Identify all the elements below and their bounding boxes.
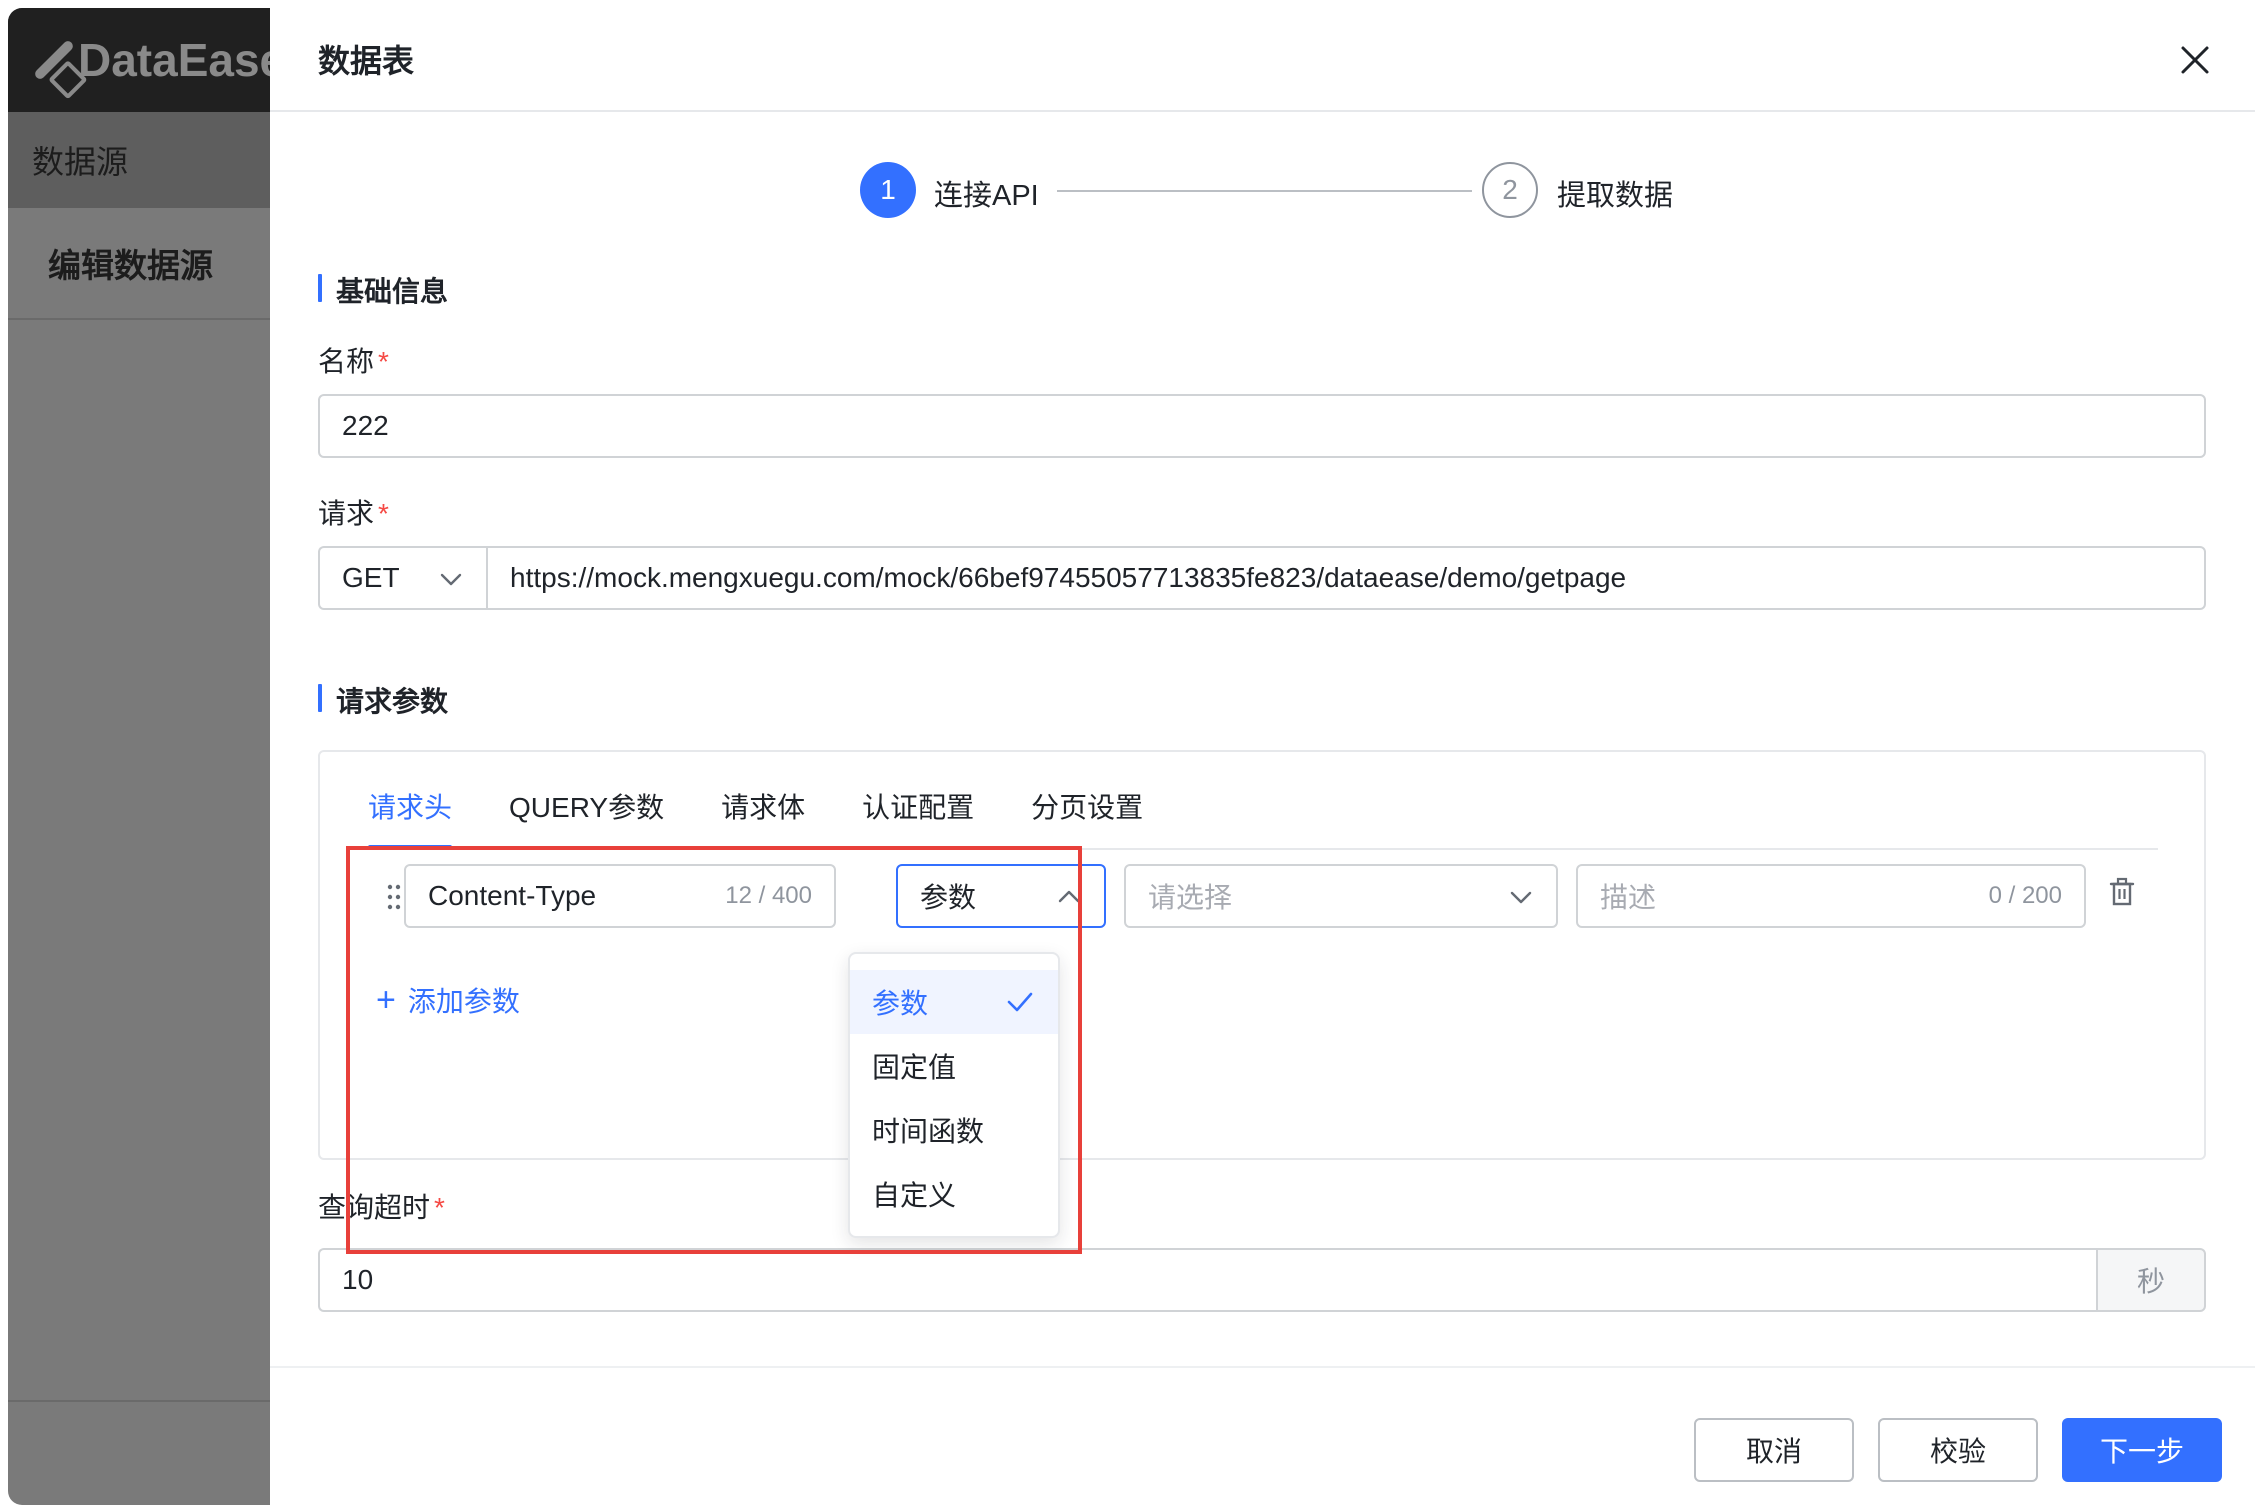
header-key-counter: 12 / 400: [725, 882, 812, 909]
app-sidebar: DataEase 数据源 编辑数据源: [8, 8, 270, 1505]
close-button[interactable]: [2173, 38, 2217, 82]
header-key-value: Content-Type: [428, 880, 597, 911]
step-1-label: 连接API: [934, 180, 1039, 212]
name-label: 名称 *: [318, 340, 389, 380]
cancel-button[interactable]: 取消: [1694, 1418, 1854, 1482]
trash-icon[interactable]: [2106, 876, 2138, 908]
method-value: GET: [342, 562, 400, 593]
close-icon: [2181, 46, 2209, 74]
tab-pagination[interactable]: 分页设置: [1031, 786, 1143, 850]
chevron-down-icon: [440, 573, 462, 586]
required-mark: *: [378, 498, 389, 529]
tabs-divider: [368, 848, 2158, 850]
plus-icon: +: [376, 981, 396, 1019]
dropdown-option-time-function[interactable]: 时间函数: [850, 1098, 1058, 1162]
timeout-unit: 秒: [2096, 1248, 2206, 1312]
param-description-input[interactable]: 描述 0 / 200: [1576, 864, 2086, 928]
param-type-dropdown: 参数 固定值 时间函数 自定义: [848, 952, 1060, 1238]
name-label-text: 名称: [318, 346, 375, 377]
name-input[interactable]: 222: [318, 394, 2206, 458]
drawer-title: 数据表: [318, 43, 415, 79]
step-2-number: 2: [1482, 162, 1538, 218]
chevron-down-icon: [1510, 891, 1532, 904]
option-label: 自定义: [872, 1180, 957, 1211]
step-connector: [1057, 190, 1472, 192]
dropdown-option-custom[interactable]: 自定义: [850, 1162, 1058, 1226]
section-request-params: 请求参数: [318, 680, 448, 720]
dropdown-option-param[interactable]: 参数: [850, 970, 1058, 1034]
drag-handle-icon[interactable]: [386, 882, 402, 912]
add-param-label: 添加参数: [407, 986, 520, 1017]
validate-button[interactable]: 校验: [1878, 1418, 2038, 1482]
app-logo-text: DataEase: [78, 34, 270, 86]
step-2-label: 提取数据: [1557, 180, 1674, 212]
timeout-label: 查询超时 *: [318, 1186, 445, 1226]
tab-request-header[interactable]: 请求头: [368, 786, 453, 850]
desc-counter: 0 / 200: [1988, 882, 2062, 909]
request-label-text: 请求: [318, 498, 375, 529]
header-key-input[interactable]: Content-Type 12 / 400: [404, 864, 836, 928]
request-label: 请求 *: [318, 492, 389, 532]
option-label: 固定值: [872, 1052, 957, 1083]
datatable-drawer: 数据表 1 连接API 2 提取数据 基础信息 名称 * 222 请求 * GE…: [270, 8, 2255, 1505]
next-step-button[interactable]: 下一步: [2062, 1418, 2222, 1482]
dataease-logo-icon: [33, 39, 75, 81]
breadcrumb[interactable]: 数据源: [8, 112, 270, 208]
add-param-button[interactable]: + 添加参数: [376, 980, 520, 1020]
page: DataEase 数据源 编辑数据源 数据表 1 连接API 2 提取数据 基础…: [0, 0, 2262, 1510]
footer-divider: [270, 1366, 2255, 1368]
tab-request-body[interactable]: 请求体: [721, 786, 805, 850]
tab-auth-config[interactable]: 认证配置: [862, 786, 974, 850]
param-type-value: 参数: [920, 882, 977, 913]
params-panel: 请求头 QUERY参数 请求体 认证配置 分页设置 Content-Type 1…: [318, 750, 2206, 1160]
url-input[interactable]: https://mock.mengxuegu.com/mock/66bef974…: [486, 546, 2206, 610]
steps: 1 连接API 2 提取数据: [860, 162, 1820, 224]
check-icon: [1007, 992, 1033, 1012]
timeout-input[interactable]: 10: [318, 1248, 2098, 1312]
params-tabs: 请求头 QUERY参数 请求体 认证配置 分页设置: [368, 786, 1200, 850]
chevron-up-icon: [1058, 890, 1080, 903]
option-label: 时间函数: [872, 1116, 985, 1147]
method-select[interactable]: GET: [318, 546, 488, 610]
timeout-label-text: 查询超时: [318, 1192, 431, 1223]
divider: [8, 1400, 270, 1402]
drawer-header: 数据表: [270, 8, 2255, 112]
tab-query-params[interactable]: QUERY参数: [509, 786, 664, 850]
param-type-select[interactable]: 参数: [896, 864, 1106, 928]
param-value-select[interactable]: 请选择: [1124, 864, 1558, 928]
required-mark: *: [378, 346, 389, 377]
required-mark: *: [434, 1192, 445, 1223]
desc-placeholder: 描述: [1600, 882, 1657, 913]
section-basic-info: 基础信息: [318, 270, 448, 310]
app-header: DataEase: [8, 8, 270, 112]
step-1-number: 1: [860, 162, 916, 218]
option-label: 参数: [872, 988, 929, 1019]
nav-item-edit-datasource[interactable]: 编辑数据源: [8, 208, 270, 320]
param-value-placeholder: 请选择: [1148, 882, 1233, 913]
dropdown-option-fixed[interactable]: 固定值: [850, 1034, 1058, 1098]
